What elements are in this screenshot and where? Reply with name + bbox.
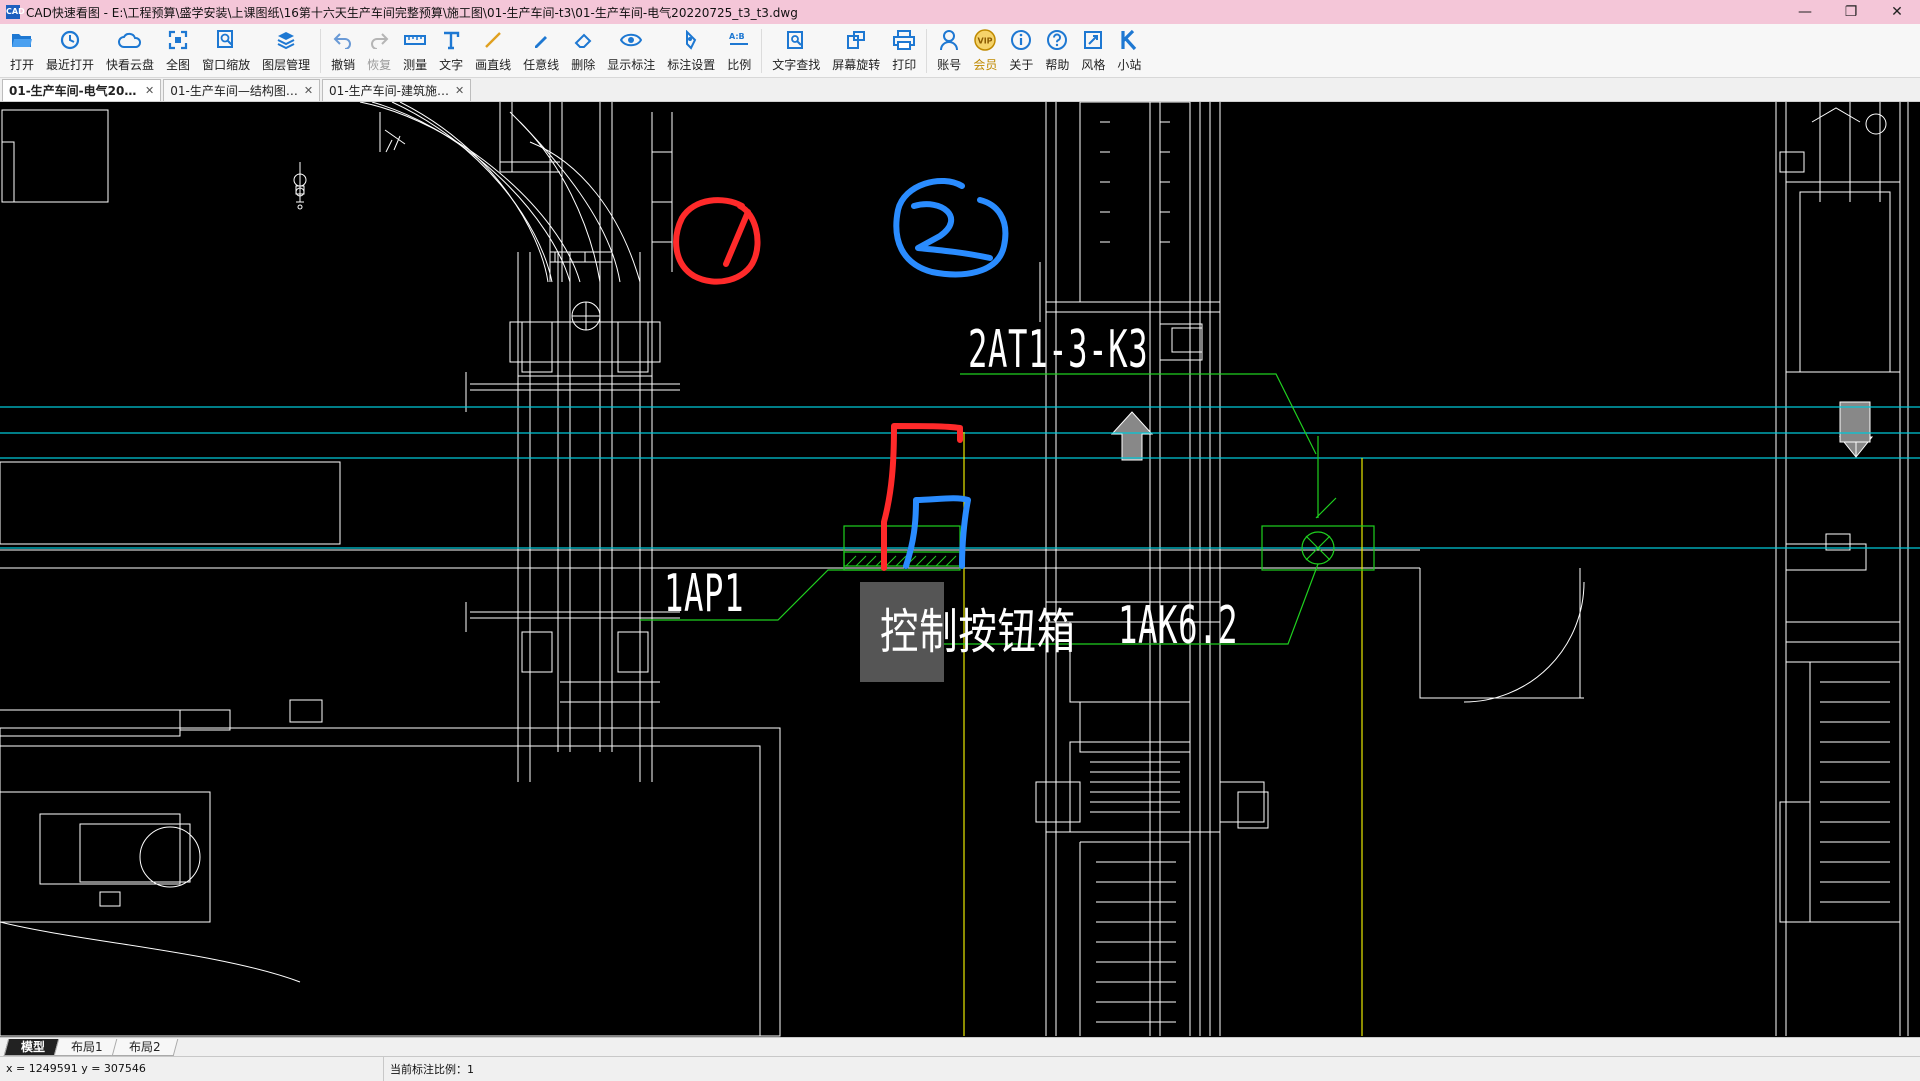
info-icon xyxy=(1009,28,1033,52)
about-button[interactable]: 关于 xyxy=(1003,24,1039,76)
hatch-pattern xyxy=(845,555,957,567)
annotation-scale-status: 当前标注比例：1 xyxy=(390,1062,474,1076)
close-tab-icon[interactable]: ✕ xyxy=(304,84,313,97)
tab-layout-1[interactable]: 布局1 xyxy=(53,1038,120,1056)
tab-structural[interactable]: 01-生产车间—结构图… ✕ xyxy=(163,79,321,101)
k-station-button[interactable]: 小站 xyxy=(1111,24,1147,76)
app-logo-icon: CAD xyxy=(6,5,25,19)
text-search-button[interactable]: 文字查找 xyxy=(766,24,826,76)
print-icon xyxy=(892,28,916,52)
toolbar-divider xyxy=(320,29,322,73)
layer-manager-button[interactable]: 图层管理 xyxy=(256,24,316,76)
svg-text:VIP: VIP xyxy=(978,37,993,46)
cloud-drive-button[interactable]: 快看云盘 xyxy=(100,24,160,76)
linework xyxy=(0,102,1909,1037)
vip-member-button[interactable]: VIP 会员 xyxy=(967,24,1003,76)
redo-icon xyxy=(367,28,391,52)
tab-layout-2[interactable]: 布局2 xyxy=(111,1038,178,1056)
tab-architectural[interactable]: 01-生产车间-建筑施… ✕ xyxy=(322,79,472,101)
status-bar: x = 1249591 y = 307546 当前标注比例：1 xyxy=(0,1056,1920,1081)
help-icon xyxy=(1045,28,1069,52)
fit-view-icon xyxy=(166,28,190,52)
eraser-icon xyxy=(571,28,595,52)
label-2at1-3-k3: 2AT1-3-K3 xyxy=(968,320,1149,380)
text-icon xyxy=(439,28,463,52)
text-button[interactable]: 文字 xyxy=(433,24,469,76)
close-button[interactable]: ✕ xyxy=(1874,0,1920,24)
text-search-icon xyxy=(784,28,808,52)
annotation-settings-icon xyxy=(679,28,703,52)
markup-annotations xyxy=(673,177,1009,571)
main-toolbar: 打开 最近打开 快看云盘 全图 窗口缩放 图层管理 撤销 恢复 测量 文字 画直… xyxy=(0,24,1920,78)
annotation-settings-button[interactable]: 标注设置 xyxy=(661,24,721,76)
freehand-icon xyxy=(529,28,553,52)
draw-line-button[interactable]: 画直线 xyxy=(469,24,517,76)
window-zoom-button[interactable]: 窗口缩放 xyxy=(196,24,256,76)
measure-button[interactable]: 测量 xyxy=(397,24,433,76)
drawing-canvas[interactable]: 2AT1-3-K3 1AP1 控制按钮箱 1AK6.2 xyxy=(0,102,1920,1037)
tab-electrical[interactable]: 01-生产车间-电气202… ✕ xyxy=(2,79,162,101)
undo-button[interactable]: 撤销 xyxy=(325,24,361,76)
folder-open-icon xyxy=(10,28,34,52)
close-tab-icon[interactable]: ✕ xyxy=(455,84,464,97)
redo-button[interactable]: 恢复 xyxy=(361,24,397,76)
measure-icon xyxy=(403,28,427,52)
show-annotation-button[interactable]: 显示标注 xyxy=(601,24,661,76)
document-tab-bar: 01-生产车间-电气202… ✕ 01-生产车间—结构图… ✕ 01-生产车间-… xyxy=(0,78,1920,102)
scale-icon: A:B xyxy=(727,28,751,52)
k-station-icon xyxy=(1117,28,1141,52)
yellow-lines xyxy=(963,432,1363,1036)
layers-icon xyxy=(274,28,298,52)
cursor-coordinates: x = 1249591 y = 307546 xyxy=(0,1056,384,1081)
close-tab-icon[interactable]: ✕ xyxy=(145,84,154,97)
style-button[interactable]: 风格 xyxy=(1075,24,1111,76)
cad-drawing xyxy=(0,102,1920,1037)
vip-icon: VIP xyxy=(973,28,997,52)
window-title: CAD快速看图 - E:\工程预算\盛学安装\上课图纸\16第十六天生产车间完整… xyxy=(26,5,798,20)
account-button[interactable]: 账号 xyxy=(931,24,967,76)
cloud-icon xyxy=(118,28,142,52)
recent-open-button[interactable]: 最近打开 xyxy=(40,24,100,76)
open-button[interactable]: 打开 xyxy=(4,24,40,76)
toolbar-divider xyxy=(761,29,763,73)
account-icon xyxy=(937,28,961,52)
title-bar: CAD CAD快速看图 - E:\工程预算\盛学安装\上课图纸\16第十六天生产… xyxy=(0,0,1920,24)
history-icon xyxy=(58,28,82,52)
toolbar-divider xyxy=(926,29,928,73)
full-view-button[interactable]: 全图 xyxy=(160,24,196,76)
print-button[interactable]: 打印 xyxy=(886,24,922,76)
help-button[interactable]: 帮助 xyxy=(1039,24,1075,76)
maximize-button[interactable]: ❐ xyxy=(1828,0,1874,24)
window-controls: — ❐ ✕ xyxy=(1782,0,1920,24)
label-1ap1: 1AP1 xyxy=(664,564,745,624)
label-1ak6-2: 1AK6.2 xyxy=(1118,596,1239,656)
scale-button[interactable]: A:B 比例 xyxy=(721,24,757,76)
style-icon xyxy=(1081,28,1105,52)
line-icon xyxy=(481,28,505,52)
zoom-window-icon xyxy=(214,28,238,52)
layout-tab-bar: 模型 布局1 布局2 xyxy=(0,1037,1920,1056)
svg-text:A:B: A:B xyxy=(729,32,745,41)
undo-icon xyxy=(331,28,355,52)
rotate-screen-icon xyxy=(844,28,868,52)
minimize-button[interactable]: — xyxy=(1782,0,1828,24)
delete-button[interactable]: 删除 xyxy=(565,24,601,76)
freehand-line-button[interactable]: 任意线 xyxy=(517,24,565,76)
eye-icon xyxy=(619,28,643,52)
screen-rotate-button[interactable]: 屏幕旋转 xyxy=(826,24,886,76)
label-control-button-box: 控制按钮箱 xyxy=(880,604,1077,660)
